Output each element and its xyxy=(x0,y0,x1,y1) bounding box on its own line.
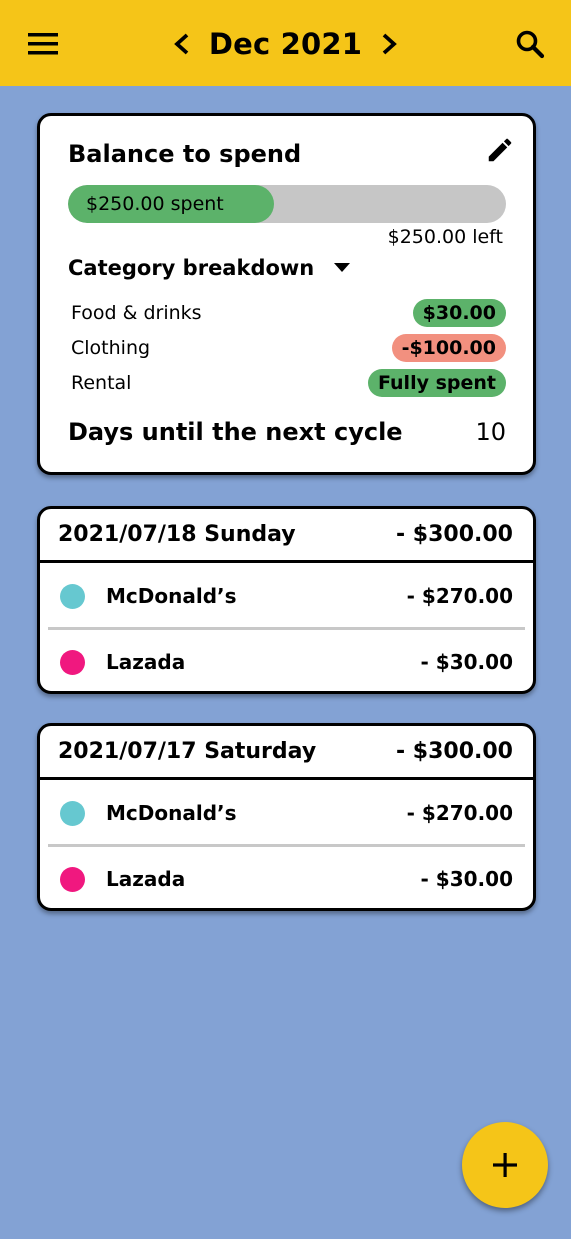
month-navigator: Dec 2021 xyxy=(0,22,571,66)
category-amount-badge: -$100.00 xyxy=(391,334,506,362)
transaction-name: Lazada xyxy=(106,650,186,674)
transaction-amount: - $270.00 xyxy=(406,584,513,608)
transaction-row[interactable]: McDonald’s - $270.00 xyxy=(40,564,533,628)
transaction-amount: - $270.00 xyxy=(406,801,513,825)
days-value: 10 xyxy=(475,418,506,446)
category-breakdown-toggle[interactable]: Category breakdown xyxy=(68,256,351,280)
category-amount-badge: Fully spent xyxy=(368,369,506,397)
days-until-next-cycle: Days until the next cycle 10 xyxy=(68,418,506,446)
add-transaction-button[interactable] xyxy=(462,1122,548,1208)
category-color-dot xyxy=(60,583,85,609)
transaction-row[interactable]: Lazada - $30.00 xyxy=(40,847,533,908)
balance-title: Balance to spend xyxy=(68,140,302,168)
day-header: 2021/07/17 Saturday - $300.00 xyxy=(40,726,533,780)
category-row: Rental Fully spent xyxy=(71,369,506,397)
category-name: Rental xyxy=(71,372,132,394)
pencil-icon xyxy=(488,138,512,162)
prev-month-button[interactable] xyxy=(167,22,197,66)
category-name: Food & drinks xyxy=(71,302,202,324)
category-color-dot xyxy=(60,649,85,675)
transaction-row[interactable]: Lazada - $30.00 xyxy=(40,630,533,691)
category-row: Food & drinks $30.00 xyxy=(71,299,506,327)
day-date: 2021/07/18 Sunday xyxy=(58,522,296,547)
category-name: Clothing xyxy=(71,337,151,359)
search-icon xyxy=(516,30,545,59)
days-label: Days until the next cycle xyxy=(68,418,403,446)
app-bar: Dec 2021 xyxy=(0,0,571,86)
day-total: - $300.00 xyxy=(396,522,513,547)
day-card: 2021/07/17 Saturday - $300.00 McDonald’s… xyxy=(37,723,536,911)
transaction-amount: - $30.00 xyxy=(420,650,513,674)
spent-label: $250.00 spent xyxy=(86,193,224,215)
day-date: 2021/07/17 Saturday xyxy=(58,739,317,764)
transaction-name: McDonald’s xyxy=(106,584,237,608)
category-row: Clothing -$100.00 xyxy=(71,334,506,362)
category-breakdown-label: Category breakdown xyxy=(68,256,315,280)
chevron-left-icon xyxy=(173,33,189,55)
category-color-dot xyxy=(60,800,85,826)
month-title[interactable]: Dec 2021 xyxy=(209,27,362,61)
day-header: 2021/07/18 Sunday - $300.00 xyxy=(40,509,533,563)
chevron-right-icon xyxy=(382,33,398,55)
day-card: 2021/07/18 Sunday - $300.00 McDonald’s -… xyxy=(37,506,536,694)
transaction-name: Lazada xyxy=(106,867,186,891)
day-total: - $300.00 xyxy=(396,739,513,764)
caret-down-icon xyxy=(334,263,351,273)
spend-progress-bar: $250.00 spent xyxy=(68,185,506,223)
next-month-button[interactable] xyxy=(374,22,404,66)
edit-button[interactable] xyxy=(480,130,520,170)
search-button[interactable] xyxy=(508,22,552,66)
balance-card: Balance to spend $250.00 spent $250.00 l… xyxy=(37,113,536,475)
category-amount-badge: $30.00 xyxy=(412,299,506,327)
left-label: $250.00 left xyxy=(387,226,503,248)
transaction-amount: - $30.00 xyxy=(420,867,513,891)
transaction-name: McDonald’s xyxy=(106,801,237,825)
plus-icon xyxy=(493,1153,517,1177)
transaction-row[interactable]: McDonald’s - $270.00 xyxy=(40,781,533,845)
category-color-dot xyxy=(60,866,85,892)
